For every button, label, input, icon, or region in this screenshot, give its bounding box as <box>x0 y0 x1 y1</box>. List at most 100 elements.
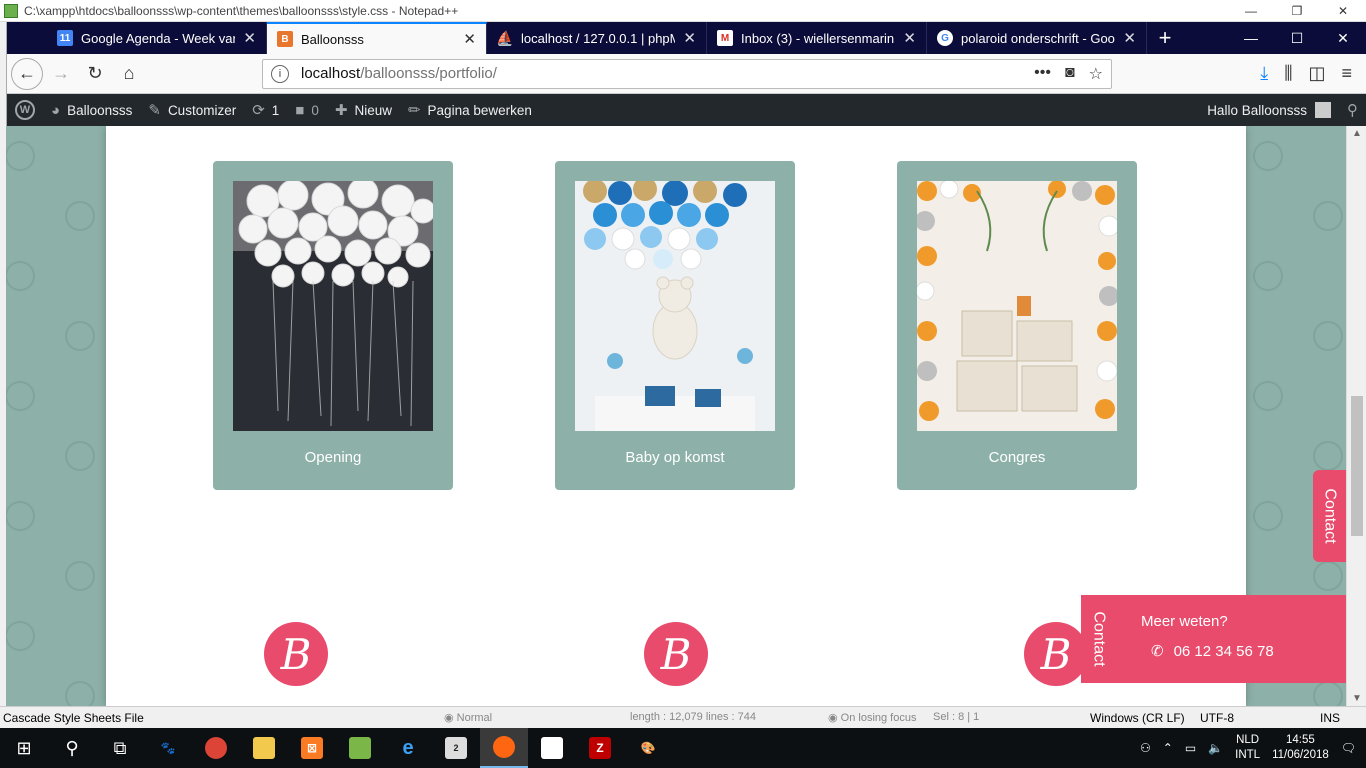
close-icon[interactable]: ✕ <box>683 29 696 47</box>
wp-new-link[interactable]: ✚ Nieuw <box>327 94 400 126</box>
task-view-button[interactable]: ⧉ <box>96 728 144 768</box>
back-button[interactable]: ← <box>11 57 43 90</box>
volume-icon[interactable]: 🔈 <box>1208 741 1223 755</box>
page-scrollbar[interactable]: ▲ ▼ <box>1346 126 1366 706</box>
pocket-icon[interactable]: ◙ <box>1065 64 1075 84</box>
reload-button[interactable]: ↻ <box>79 58 111 90</box>
chevron-up-icon[interactable]: ⌃ <box>1163 741 1173 755</box>
wp-site-link[interactable]: ◕ Balloonsss <box>43 94 140 126</box>
wp-customizer-link[interactable]: ✎ Customizer <box>140 94 244 126</box>
close-window-button[interactable]: ✕ <box>1320 22 1366 54</box>
status-eol: Windows (CR LF) <box>1090 711 1185 725</box>
notepad-app-icon <box>4 3 18 18</box>
maximize-button[interactable]: ☐ <box>1274 22 1320 54</box>
start-button[interactable]: ⊞ <box>0 728 48 768</box>
taskbar-notepadpp[interactable] <box>336 728 384 768</box>
wp-account-link[interactable]: Hallo Balloonsss <box>1199 94 1339 126</box>
taskbar-mail[interactable]: 2 <box>432 728 480 768</box>
card-caption: Congres <box>988 449 1046 466</box>
notepad-close-button[interactable]: ✕ <box>1320 4 1366 18</box>
phpmyadmin-icon: ⛵ <box>496 29 514 46</box>
tab-google-search[interactable]: G polaroid onderschrift - Google ✕ <box>927 22 1147 54</box>
tab-gmail[interactable]: M Inbox (3) - wiellersenmarin@g ✕ <box>707 22 927 54</box>
contact-side-tab[interactable]: Contact <box>1313 470 1346 562</box>
filezilla-icon: Z <box>589 737 611 759</box>
wp-logo[interactable]: W <box>7 94 43 126</box>
contact-tab-label: Contact <box>1321 488 1339 544</box>
portfolio-card-congres[interactable]: Congres <box>897 161 1137 490</box>
sidebar-icon[interactable]: ◫ <box>1308 63 1325 84</box>
url-bar[interactable]: i localhost/balloonsss/portfolio/ ••• ◙ … <box>262 58 1112 89</box>
photo-white-balloons <box>233 181 433 431</box>
wp-comments-link[interactable]: ■ 0 <box>287 94 327 126</box>
new-tab-button[interactable]: + <box>1147 22 1183 54</box>
page-actions-icon[interactable]: ••• <box>1034 64 1051 84</box>
scrollbar-thumb[interactable] <box>1351 396 1363 536</box>
photo-balloon-arch-crates <box>917 181 1117 431</box>
language-indicator[interactable]: NLD INTL <box>1235 733 1260 763</box>
tab-phpmyadmin[interactable]: ⛵ localhost / 127.0.0.1 | phpMyA ✕ <box>487 22 707 54</box>
contact-panel[interactable]: Contact Meer weten? ✆ 06 12 34 56 78 <box>1081 595 1346 683</box>
forward-button[interactable]: → <box>45 58 77 90</box>
tab-label: localhost / 127.0.0.1 | phpMyA <box>521 30 675 46</box>
close-icon[interactable]: ✕ <box>1123 29 1136 47</box>
close-icon[interactable]: ✕ <box>243 29 256 47</box>
status-focus: On losing focus <box>840 712 917 724</box>
wp-updates-link[interactable]: ⟳ 1 <box>244 94 287 126</box>
close-icon[interactable]: ✕ <box>463 30 476 48</box>
portfolio-card-baby-op-komst[interactable]: Baby op komst <box>555 161 795 490</box>
taskbar-chrome[interactable] <box>192 728 240 768</box>
photo-teddy-bear-balloons <box>575 181 775 431</box>
download-icon[interactable]: ⤓ <box>1260 63 1268 84</box>
search-icon: ⚲ <box>1347 102 1358 119</box>
phone-icon: ✆ <box>1151 643 1164 660</box>
main-content: Opening Baby op komst Congres B B B <box>106 126 1246 706</box>
contact-phone-link[interactable]: ✆ 06 12 34 56 78 <box>1151 642 1274 661</box>
contact-phone-number: 06 12 34 56 78 <box>1173 642 1274 660</box>
status-mode-radio[interactable]: ◉ Normal <box>444 711 492 724</box>
wp-site-name: Balloonsss <box>67 102 133 118</box>
lang-top: NLD <box>1236 734 1260 746</box>
status-filetype: Cascade Style Sheets File <box>3 711 144 725</box>
document-icon <box>541 737 563 759</box>
tab-balloonsss[interactable]: B Balloonsss ✕ <box>267 22 487 54</box>
edge-icon: e <box>402 736 414 759</box>
search-button[interactable]: ⚲ <box>48 728 96 768</box>
scroll-down-arrow-icon[interactable]: ▼ <box>1352 693 1362 704</box>
taskbar-app-1[interactable]: 🐾 <box>144 728 192 768</box>
people-icon[interactable]: ⚇ <box>1140 741 1151 755</box>
close-icon[interactable]: ✕ <box>903 29 916 47</box>
task-view-icon: ⧉ <box>113 737 127 758</box>
dashboard-icon: ◕ <box>51 101 61 119</box>
tab-google-agenda[interactable]: 11 Google Agenda - Week van 10 ✕ <box>47 22 267 54</box>
wp-search-button[interactable]: ⚲ <box>1339 94 1366 126</box>
taskbar-firefox[interactable] <box>480 728 528 768</box>
notepad-minimize-button[interactable]: — <box>1228 4 1274 18</box>
portfolio-card-opening[interactable]: Opening <box>213 161 453 490</box>
status-encoding: UTF-8 <box>1200 711 1234 725</box>
gmail-icon: M <box>717 30 733 46</box>
network-icon[interactable]: ▭ <box>1185 741 1196 755</box>
taskbar-paint[interactable]: 🎨 <box>624 728 672 768</box>
wp-edit-page-link[interactable]: ✏ Pagina bewerken <box>400 94 540 126</box>
library-icon[interactable]: ⫼ <box>1284 63 1292 84</box>
info-icon[interactable]: i <box>271 64 289 83</box>
taskbar-explorer[interactable] <box>240 728 288 768</box>
home-button[interactable]: ⌂ <box>113 58 145 90</box>
mail-icon: 2 <box>445 737 467 759</box>
plus-icon: ✚ <box>334 102 348 119</box>
status-focus-radio[interactable]: ◉ On losing focus <box>828 711 916 724</box>
minimize-button[interactable]: — <box>1228 22 1274 54</box>
balloonsss-logo-icon: B <box>644 622 708 686</box>
notepad-maximize-button[interactable]: ❐ <box>1274 4 1320 18</box>
clock[interactable]: 14:55 11/06/2018 <box>1272 733 1329 763</box>
taskbar-edge[interactable]: e <box>384 728 432 768</box>
notification-icon[interactable]: 🗨 <box>1341 741 1356 755</box>
bookmark-star-icon[interactable]: ☆ <box>1089 64 1103 84</box>
taskbar-document[interactable] <box>528 728 576 768</box>
taskbar-xampp[interactable]: ⊠ <box>288 728 336 768</box>
windows-taskbar: ⊞ ⚲ ⧉ 🐾 ⊠ e 2 Z 🎨 ⚇ ⌃ ▭ 🔈 NLD INTL 14:55… <box>0 728 1366 768</box>
taskbar-filezilla[interactable]: Z <box>576 728 624 768</box>
menu-icon[interactable]: ≡ <box>1341 63 1352 84</box>
scroll-up-arrow-icon[interactable]: ▲ <box>1352 128 1362 139</box>
